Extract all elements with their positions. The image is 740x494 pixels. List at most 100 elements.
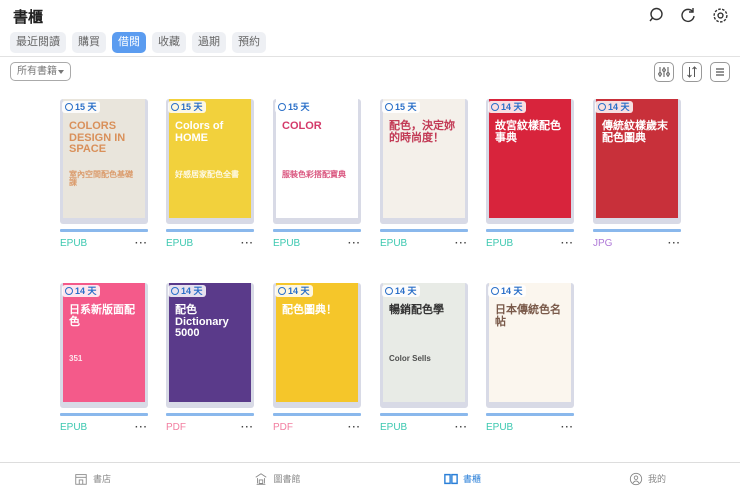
loan-days: 15 天	[395, 102, 417, 112]
book-card[interactable]: 15 天 COLOR 服裝色彩搭配寶典 EPUB ···	[273, 99, 361, 249]
book-open-icon	[444, 473, 458, 484]
format-label: JPG	[593, 238, 613, 249]
tab-3[interactable]: 收藏	[152, 32, 186, 53]
tab-2[interactable]: 借閱	[112, 32, 146, 53]
more-options-button[interactable]: ···	[561, 422, 574, 433]
format-label: EPUB	[380, 422, 408, 433]
loan-days: 15 天	[288, 102, 310, 112]
nav-item-2[interactable]: 書櫃	[370, 463, 555, 494]
book-cover[interactable]: 14 天 日本傳統色名帖	[486, 283, 574, 408]
loan-days-badge: 15 天	[382, 101, 420, 113]
progress-bar	[273, 413, 361, 416]
loan-days: 14 天	[181, 286, 203, 296]
book-cover[interactable]: 14 天 傳統紋樣歲末配色圖典	[593, 99, 681, 224]
more-options-button[interactable]: ···	[135, 422, 148, 433]
tab-0[interactable]: 最近閱讀	[10, 32, 66, 53]
book-cover[interactable]: 14 天 配色圖典！	[273, 283, 361, 408]
filter-selected: 所有書籍	[17, 66, 57, 77]
cover-subtitle: 室內空間配色基礎課	[69, 170, 133, 188]
loan-days: 14 天	[288, 286, 310, 296]
chevron-down-icon	[58, 70, 64, 77]
book-cover[interactable]: 15 天 COLORS DESIGN IN SPACE 室內空間配色基礎課	[60, 99, 148, 224]
cover-title: 故宮紋樣配色事典	[495, 120, 561, 144]
cover-art: 故宮紋樣配色事典	[489, 99, 571, 218]
clock-icon	[278, 287, 286, 295]
more-options-button[interactable]: ···	[561, 238, 574, 249]
book-cover[interactable]: 14 天 配色 Dictionary 5000	[166, 283, 254, 408]
progress-bar	[380, 413, 468, 416]
loan-days-badge: 14 天	[275, 285, 313, 297]
format-label: PDF	[273, 422, 293, 433]
book-cover[interactable]: 14 天 日系新版面配色 351	[60, 283, 148, 408]
loan-days: 14 天	[395, 286, 417, 296]
book-card[interactable]: 14 天 配色圖典！ PDF ···	[273, 283, 361, 433]
format-label: EPUB	[380, 238, 408, 249]
sort-icon	[687, 66, 697, 78]
book-cover[interactable]: 15 天 配色，決定妳的時尚度！	[380, 99, 468, 224]
store-icon	[75, 473, 87, 485]
filter-sliders-button[interactable]	[654, 62, 674, 82]
book-card[interactable]: 14 天 日系新版面配色 351 EPUB ···	[60, 283, 148, 433]
more-options-button[interactable]: ···	[135, 238, 148, 249]
nav-label: 圖書館	[273, 474, 301, 484]
search-icon[interactable]	[646, 5, 666, 25]
more-options-button[interactable]: ···	[455, 422, 468, 433]
clock-icon	[385, 287, 393, 295]
clock-icon	[491, 103, 499, 111]
cover-title: 日系新版面配色	[69, 304, 135, 328]
cover-subtitle: Color Sells	[389, 354, 431, 363]
book-card[interactable]: 14 天 日本傳統色名帖 EPUB ···	[486, 283, 574, 433]
book-cover[interactable]: 14 天 故宮紋樣配色事典	[486, 99, 574, 224]
more-options-button[interactable]: ···	[455, 238, 468, 249]
more-options-button[interactable]: ···	[241, 238, 254, 249]
cover-title: 配色 Dictionary 5000	[175, 304, 229, 340]
user-icon	[629, 472, 643, 485]
book-cover[interactable]: 14 天 暢銷配色學 Color Sells	[380, 283, 468, 408]
nav-item-1[interactable]: 圖書館	[185, 463, 370, 494]
more-options-button[interactable]: ···	[348, 422, 361, 433]
nav-item-3[interactable]: 我的	[555, 463, 740, 494]
book-card[interactable]: 15 天 配色，決定妳的時尚度！ EPUB ···	[380, 99, 468, 249]
loan-days: 14 天	[501, 102, 523, 112]
refresh-icon[interactable]	[678, 5, 698, 25]
progress-bar	[60, 229, 148, 232]
cover-art: 配色 Dictionary 5000	[169, 283, 251, 402]
tab-5[interactable]: 預約	[232, 32, 266, 53]
nav-label: 我的	[647, 474, 666, 484]
book-card[interactable]: 14 天 傳統紋樣歲末配色圖典 JPG ···	[593, 99, 681, 249]
book-cover[interactable]: 15 天 COLOR 服裝色彩搭配寶典	[273, 99, 361, 224]
nav-item-0[interactable]: 書店	[0, 463, 185, 494]
loan-days: 14 天	[501, 286, 523, 296]
cover-subtitle: 好感居家配色全書	[175, 170, 239, 179]
more-options-button[interactable]: ···	[668, 238, 681, 249]
format-label: EPUB	[166, 238, 194, 249]
clock-icon	[491, 287, 499, 295]
book-card[interactable]: 14 天 暢銷配色學 Color Sells EPUB ···	[380, 283, 468, 433]
gear-icon[interactable]	[710, 5, 730, 25]
cover-title: COLORS DESIGN IN SPACE	[69, 120, 126, 156]
loan-days-badge: 14 天	[488, 101, 526, 113]
book-card[interactable]: 15 天 COLORS DESIGN IN SPACE 室內空間配色基礎課 EP…	[60, 99, 148, 249]
cover-art: 日本傳統色名帖	[489, 283, 571, 402]
more-options-button[interactable]: ···	[348, 238, 361, 249]
sort-button[interactable]	[682, 62, 702, 82]
loan-days-badge: 14 天	[382, 285, 420, 297]
book-card[interactable]: 15 天 Colors of HOME 好感居家配色全書 EPUB ···	[166, 99, 254, 249]
book-card[interactable]: 14 天 配色 Dictionary 5000 PDF ···	[166, 283, 254, 433]
book-card[interactable]: 14 天 故宮紋樣配色事典 EPUB ···	[486, 99, 574, 249]
loan-days-badge: 15 天	[62, 101, 100, 113]
nav-label: 書櫃	[462, 474, 481, 484]
book-filter-dropdown[interactable]: 所有書籍	[10, 62, 71, 81]
page-title: 書櫃	[13, 9, 44, 26]
more-options-button[interactable]: ···	[241, 422, 254, 433]
book-cover[interactable]: 15 天 Colors of HOME 好感居家配色全書	[166, 99, 254, 224]
clock-icon	[385, 103, 393, 111]
list-view-button[interactable]	[710, 62, 730, 82]
tab-4[interactable]: 過期	[192, 32, 226, 53]
loan-days: 14 天	[608, 102, 630, 112]
format-label: EPUB	[273, 238, 301, 249]
loan-days: 15 天	[181, 102, 203, 112]
cover-art: 配色圖典！	[276, 283, 358, 402]
tab-1[interactable]: 購買	[72, 32, 106, 53]
cover-title: 暢銷配色學	[389, 304, 444, 316]
